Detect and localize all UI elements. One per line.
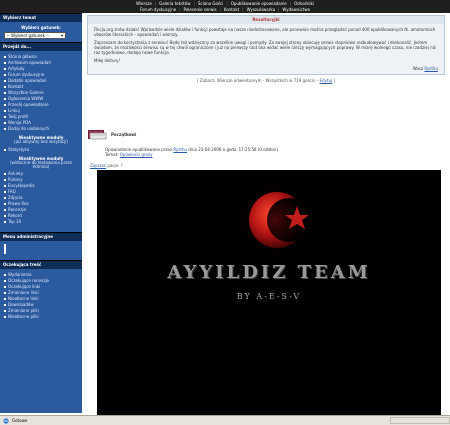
sidebar-heading-admin: Menu administracyjne <box>0 232 82 241</box>
welcome-title: Rezultacyjki <box>88 16 444 24</box>
bullet-icon <box>4 74 6 76</box>
sidebar-item[interactable]: Top 10 <box>4 219 78 225</box>
article-meta: Opowiadanie opublikowane przez Rysthu dn… <box>105 147 278 157</box>
module-note: (widoczne do testowania przez Admina) <box>10 160 72 169</box>
article-title: Początkowi <box>111 132 137 137</box>
bullet-icon <box>4 179 6 181</box>
bullet-icon <box>4 209 6 211</box>
bullet-icon <box>4 104 6 106</box>
welcome-paragraph: Fikcja.org znów działa! Wprawdzie wiele … <box>94 27 436 37</box>
bullet-icon <box>4 68 6 70</box>
status-zone <box>390 417 450 424</box>
art-by-text: BY A-E-S-V <box>236 292 302 301</box>
bullet-icon <box>4 149 6 151</box>
topic-link[interactable]: Opowieści grozy <box>120 152 153 157</box>
bullet-icon <box>4 191 6 193</box>
nav-link-search[interactable]: Wyszukiwarka <box>247 7 275 13</box>
bullet-icon <box>4 62 6 64</box>
bullet-icon <box>4 203 6 205</box>
welcome-box: Rezultacyjki Fikcja.org znów działa! Wpr… <box>87 15 445 75</box>
bullet-icon <box>4 86 6 88</box>
bullet-icon <box>4 221 6 223</box>
waiting-list: Wydarzenia Oczekujące recenzje Oczekując… <box>0 269 82 323</box>
sidebar-nav-list: Strona główna Archiwum opowiadań Artykuł… <box>0 51 82 228</box>
welcome-signature: Wasz Rysthu <box>412 66 438 71</box>
nav-link-publisher[interactable]: Wydawnictwo <box>282 7 310 13</box>
bullet-icon <box>4 56 6 58</box>
nav-link-contact[interactable]: Kontakt <box>224 7 239 13</box>
bullet-icon <box>4 98 6 100</box>
sidebar-heading-select: Wybierz temat <box>0 13 82 22</box>
bullet-icon <box>4 292 6 294</box>
genre-select-label: Wybierz gatunek: <box>21 25 61 30</box>
sidebar-item[interactable]: Nieobecne pliki <box>4 314 78 320</box>
author-link[interactable]: Rysthu <box>173 147 187 152</box>
book-icon <box>87 128 107 141</box>
article-header: Początkowi <box>87 128 136 141</box>
bullet-icon <box>4 173 6 175</box>
browser-icon <box>3 417 9 424</box>
bullet-icon <box>4 122 6 124</box>
visitor-stats: [ Zobacz, Wiersze odwiedzonym - Wszystki… <box>197 78 335 83</box>
top-navigation: Wiersze | Galeria tekstów | Ściana Gości | … <box>0 0 450 13</box>
genre-select[interactable]: -- Wybierz gatunek -- ▾ <box>4 32 66 39</box>
bullet-icon <box>4 185 6 187</box>
nav-link-forum[interactable]: Forum dyskusyjne <box>140 7 176 13</box>
sidebar-item[interactable] <box>4 252 78 254</box>
module-note: (już aktywny bez wizytacji) <box>14 139 68 144</box>
bullet-icon <box>4 298 6 300</box>
bullet-icon <box>4 92 6 94</box>
welcome-paragraph: Zapraszam do korzystania z serwisu! Będę… <box>94 40 436 55</box>
bullet-icon <box>4 274 6 276</box>
pager: Zaprzeć pasje: ? <box>90 163 123 168</box>
bullet-icon <box>4 116 6 118</box>
sidebar: Wybierz temat Wybierz gatunek: -- Wybier… <box>0 13 82 413</box>
bullet-icon <box>4 215 6 217</box>
bullet-icon <box>4 304 6 306</box>
nav-link-recommend[interactable]: Polecenie serwis <box>184 7 217 13</box>
chevron-down-icon: ▾ <box>60 33 63 38</box>
bullet-icon <box>4 316 6 318</box>
main-content: Rezultacyjki Fikcja.org znów działa! Wpr… <box>87 15 445 84</box>
bullet-icon <box>4 80 6 82</box>
previous-link[interactable]: Zaprzeć <box>90 163 106 168</box>
genre-select-value: -- Wybierz gatunek -- <box>7 33 50 38</box>
browser-status-bar: Gotowe <box>0 415 450 425</box>
sidebar-item[interactable]: Dodaj do ulubionych <box>4 126 78 132</box>
bullet-icon <box>4 128 6 130</box>
welcome-paragraph: Miłej lektury! <box>94 58 121 63</box>
sidebar-heading-nav: Przejdź do... <box>0 42 82 51</box>
bullet-icon <box>4 197 6 199</box>
bullet-icon <box>4 280 6 282</box>
bullet-icon <box>4 110 6 112</box>
article-image: AYYILDIZ TEAM BY A-E-S-V <box>97 170 441 415</box>
art-title-text: AYYILDIZ TEAM <box>167 262 371 283</box>
edit-link[interactable]: Edytuj <box>320 78 333 83</box>
bullet-icon <box>4 252 6 254</box>
sidebar-item[interactable]: Statystyka <box>4 147 78 153</box>
bullet-icon <box>4 286 6 288</box>
bullet-icon <box>4 310 6 312</box>
author-link[interactable]: Rysthu <box>424 66 438 71</box>
sidebar-heading-waiting: Oczekująca treść <box>0 260 82 269</box>
status-text: Gotowe <box>12 418 28 423</box>
admin-list <box>0 241 82 257</box>
